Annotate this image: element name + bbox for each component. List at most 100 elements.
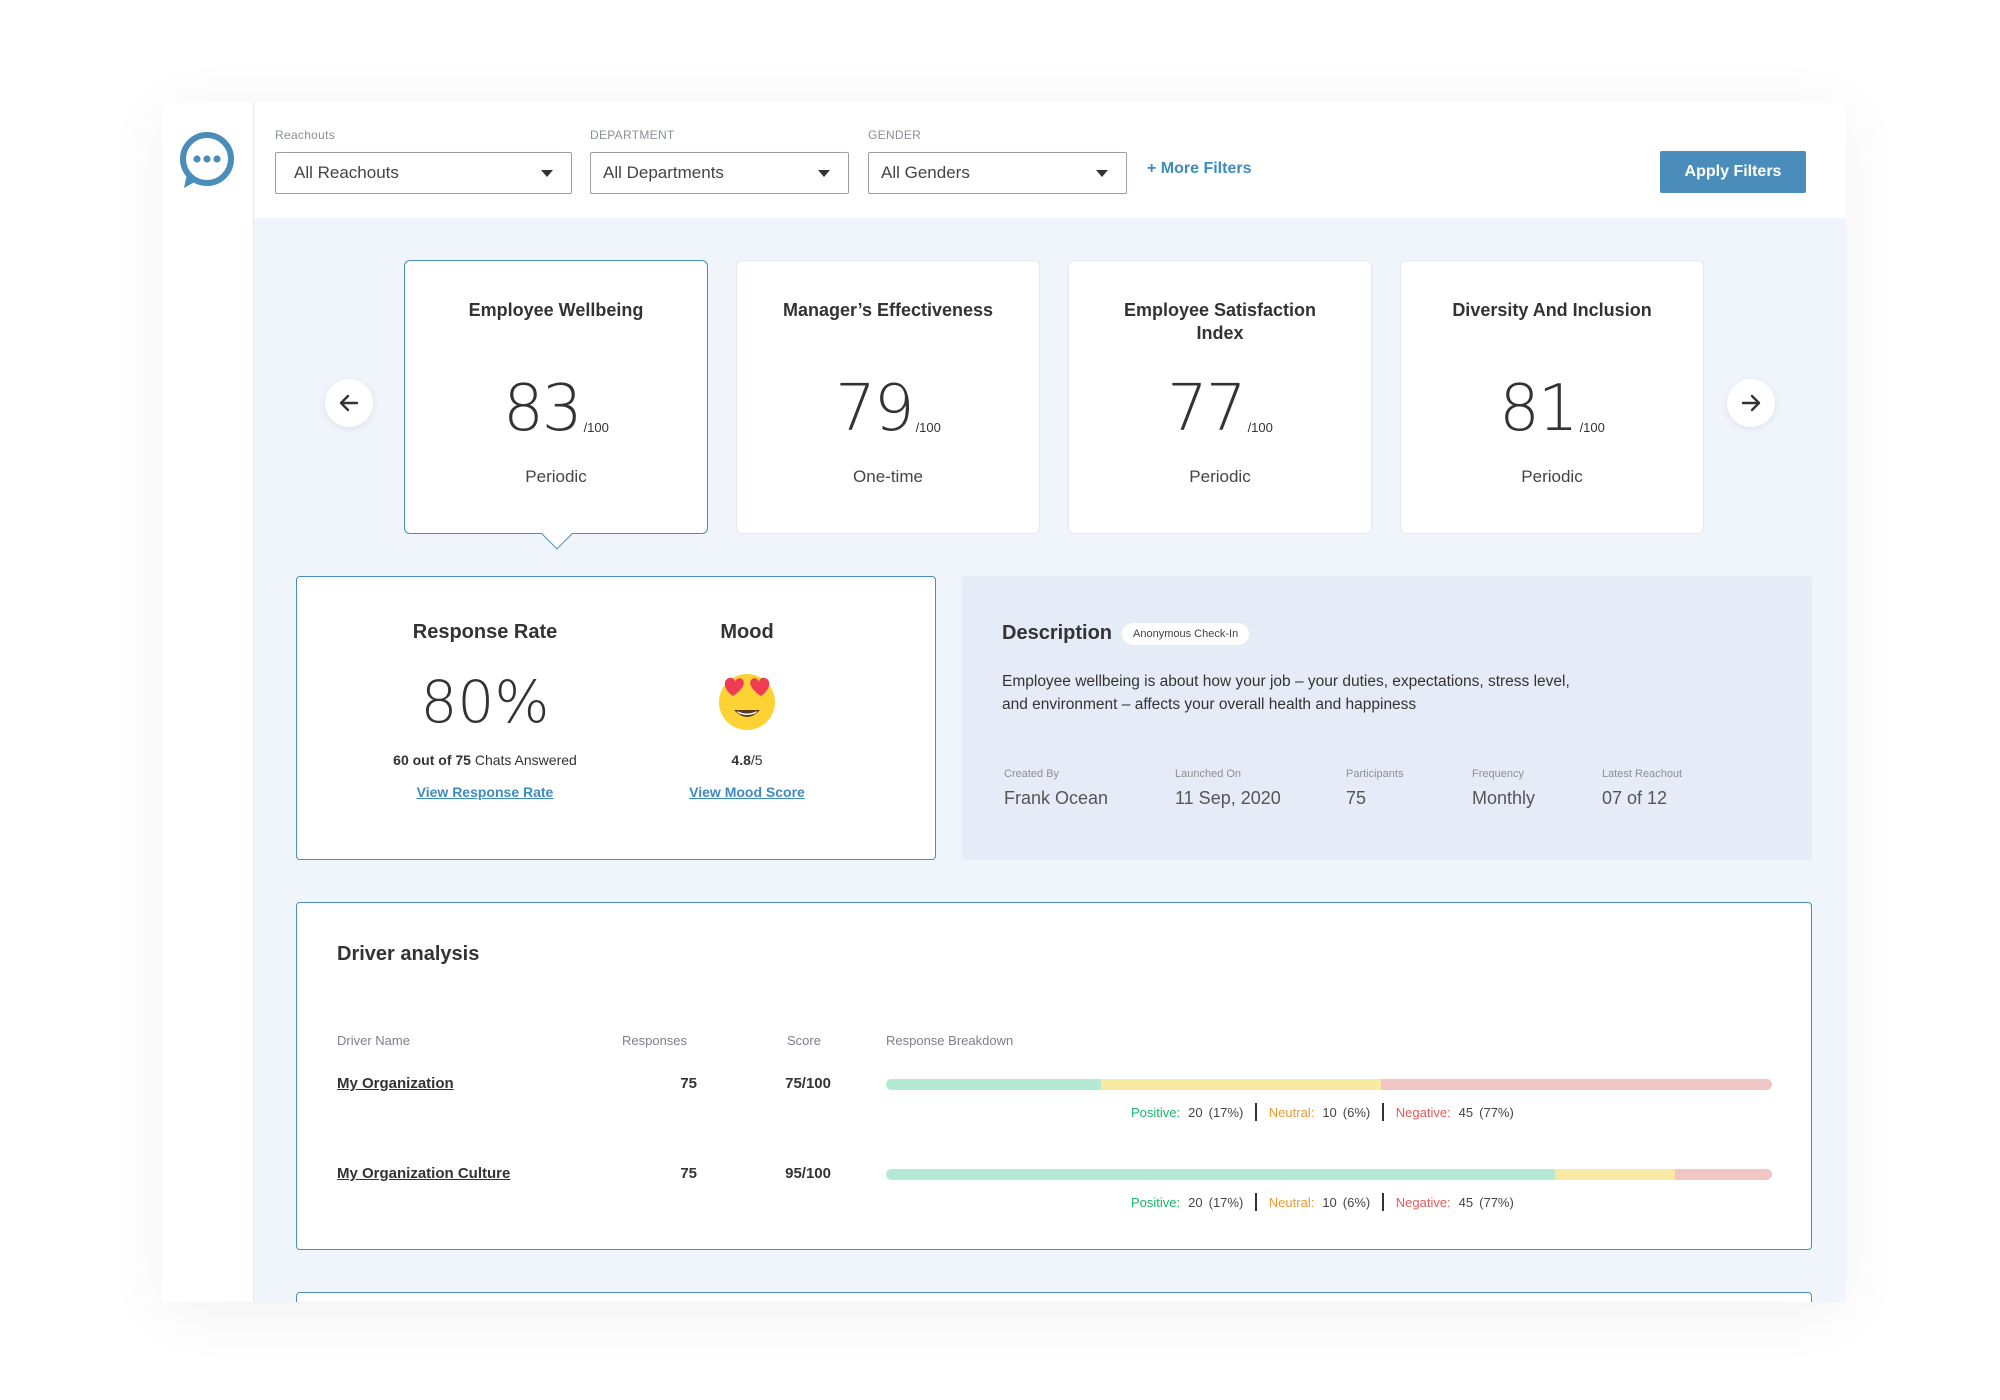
header-driver-name: Driver Name	[337, 1033, 410, 1048]
gender-select[interactable]: All Genders	[868, 152, 1127, 194]
driver-analysis-card: Driver analysis Driver Name Responses Sc…	[296, 902, 1812, 1250]
negative-count: 45	[1458, 1194, 1474, 1210]
metric-score: 81 /100	[1401, 371, 1703, 441]
neutral-pct: (6%)	[1342, 1104, 1371, 1120]
metric-type: Periodic	[525, 467, 587, 486]
view-mood-score-link[interactable]: View Mood Score	[657, 784, 837, 800]
chat-bubble-logo-icon[interactable]	[178, 130, 236, 190]
neutral-count: 10	[1322, 1194, 1337, 1210]
bar-neutral-segment	[1554, 1169, 1676, 1180]
metric-type: One-time	[853, 467, 923, 486]
caret-down-icon	[818, 169, 830, 177]
description-header: Description Anonymous Check-In	[1002, 622, 1250, 645]
meta-frequency: Frequency Monthly	[1472, 768, 1535, 809]
driver-score: 75/100	[785, 1075, 831, 1092]
positive-count: 20	[1188, 1194, 1203, 1210]
metric-score-max: /100	[915, 420, 941, 435]
select-value: All Reachouts	[294, 163, 399, 182]
filter-label: Reachouts	[275, 128, 336, 142]
header-score: Score	[787, 1033, 821, 1048]
metric-score-value: 81	[1499, 372, 1578, 446]
next-section-card	[296, 1292, 1812, 1302]
metric-score-value: 83	[503, 372, 582, 446]
meta-value: Frank Ocean	[1004, 788, 1109, 808]
metric-title: Diversity And Inclusion	[1452, 300, 1652, 320]
negative-count: 45	[1458, 1104, 1474, 1120]
metric-title: Employee Satisfaction Index	[1123, 300, 1317, 343]
heart-eyes-emoji-icon	[719, 674, 775, 730]
caret-down-icon	[541, 169, 553, 177]
mood-section: Mood 4.8/5 View Mood Score	[657, 577, 837, 800]
positive-pct: (17%)	[1208, 1194, 1244, 1210]
meta-value: 75	[1346, 788, 1367, 808]
positive-pct: (17%)	[1208, 1104, 1244, 1120]
more-filters-link[interactable]: + More Filters	[1147, 160, 1251, 178]
metric-card-employee-satisfaction[interactable]: Employee Satisfaction Index 77 /100 Peri…	[1068, 260, 1372, 534]
caret-down-icon	[1096, 169, 1108, 177]
filter-label: GENDER	[868, 128, 922, 142]
driver-name-link[interactable]: My Organization Culture	[337, 1165, 510, 1182]
meta-label: Participants	[1346, 768, 1404, 780]
driver-score: 95/100	[785, 1165, 831, 1182]
breakdown-legend: Positive: 20 (17%) Neutral: 10 (6%) Nega…	[1131, 1103, 1514, 1121]
legend-divider	[1255, 1193, 1257, 1211]
select-value: All Departments	[603, 163, 724, 182]
negative-pct: (77%)	[1479, 1194, 1514, 1210]
metric-title: Manager’s Effectiveness	[782, 300, 994, 320]
metric-type: Periodic	[1521, 467, 1583, 486]
response-rate-section: Response Rate 80% 60 out of 75 Chats Ans…	[355, 577, 615, 800]
metric-type: Periodic	[1189, 467, 1251, 486]
gender-filter: GENDER All Genders	[868, 128, 1127, 194]
neutral-label: Neutral:	[1268, 1104, 1315, 1120]
driver-responses: 75	[680, 1075, 697, 1092]
metric-score: 79 /100	[737, 371, 1039, 441]
response-rate-title: Response Rate	[412, 621, 558, 643]
bar-neutral-segment	[1101, 1079, 1382, 1090]
checkin-type-badge: Anonymous Check-In	[1122, 622, 1250, 645]
bar-positive-segment	[886, 1169, 1555, 1180]
description-card: Description Anonymous Check-In Employee …	[962, 576, 1812, 860]
metric-score: 77 /100	[1069, 371, 1371, 441]
driver-responses: 75	[680, 1165, 697, 1182]
arrow-right-icon	[1741, 394, 1761, 412]
mood-score-value: 4.8	[731, 752, 751, 768]
bar-positive-segment	[886, 1079, 1102, 1090]
department-select[interactable]: All Departments	[590, 152, 849, 194]
metric-card-managers-effectiveness[interactable]: Manager’s Effectiveness 79 /100 One-time	[736, 260, 1040, 534]
meta-label: Created By	[1004, 768, 1060, 780]
metric-card-employee-wellbeing[interactable]: Employee Wellbeing 83 /100 Periodic	[404, 260, 708, 550]
chats-answered-label: Chats Answered	[470, 752, 577, 768]
metric-score-max: /100	[583, 420, 609, 435]
metric-card-diversity-inclusion[interactable]: Diversity And Inclusion 81 /100 Periodic	[1400, 260, 1704, 534]
prev-arrow-button[interactable]	[325, 379, 373, 427]
response-rate-detail: 60 out of 75 Chats Answered	[355, 752, 615, 768]
neutral-label: Neutral:	[1268, 1194, 1315, 1210]
negative-label: Negative:	[1395, 1104, 1451, 1120]
meta-latest-reachout: Latest Reachout 07 of 12	[1602, 768, 1682, 809]
app-window: Reachouts All Reachouts DEPARTMENT All D…	[162, 102, 1846, 1302]
mood-score: 4.8/5	[657, 752, 837, 768]
next-arrow-button[interactable]	[1727, 379, 1775, 427]
response-breakdown-bar	[886, 1079, 1772, 1090]
reachouts-select[interactable]: All Reachouts	[275, 152, 572, 194]
driver-analysis-title: Driver analysis	[337, 943, 480, 965]
meta-label: Frequency	[1472, 768, 1524, 780]
positive-label: Positive:	[1131, 1194, 1181, 1210]
neutral-pct: (6%)	[1342, 1194, 1371, 1210]
description-line: and environment – affects your overall h…	[1002, 696, 1417, 713]
header-response-breakdown: Response Breakdown	[886, 1033, 1014, 1048]
meta-participants: Participants 75	[1346, 768, 1403, 809]
positive-label: Positive:	[1131, 1104, 1181, 1120]
apply-filters-button[interactable]: Apply Filters	[1660, 151, 1806, 193]
header-responses: Responses	[622, 1033, 688, 1048]
legend-divider	[1382, 1193, 1384, 1211]
meta-launched-on: Launched On 11 Sep, 2020	[1175, 768, 1281, 809]
mood-score-max: /5	[750, 752, 763, 768]
driver-name-link[interactable]: My Organization	[337, 1075, 454, 1092]
description-text: Employee wellbeing is about how your job…	[1002, 670, 1682, 716]
meta-value: 07 of 12	[1602, 788, 1668, 808]
view-response-rate-link[interactable]: View Response Rate	[355, 784, 615, 800]
response-breakdown-bar	[886, 1169, 1772, 1180]
active-card-pointer	[541, 518, 573, 550]
legend-divider	[1255, 1103, 1257, 1121]
